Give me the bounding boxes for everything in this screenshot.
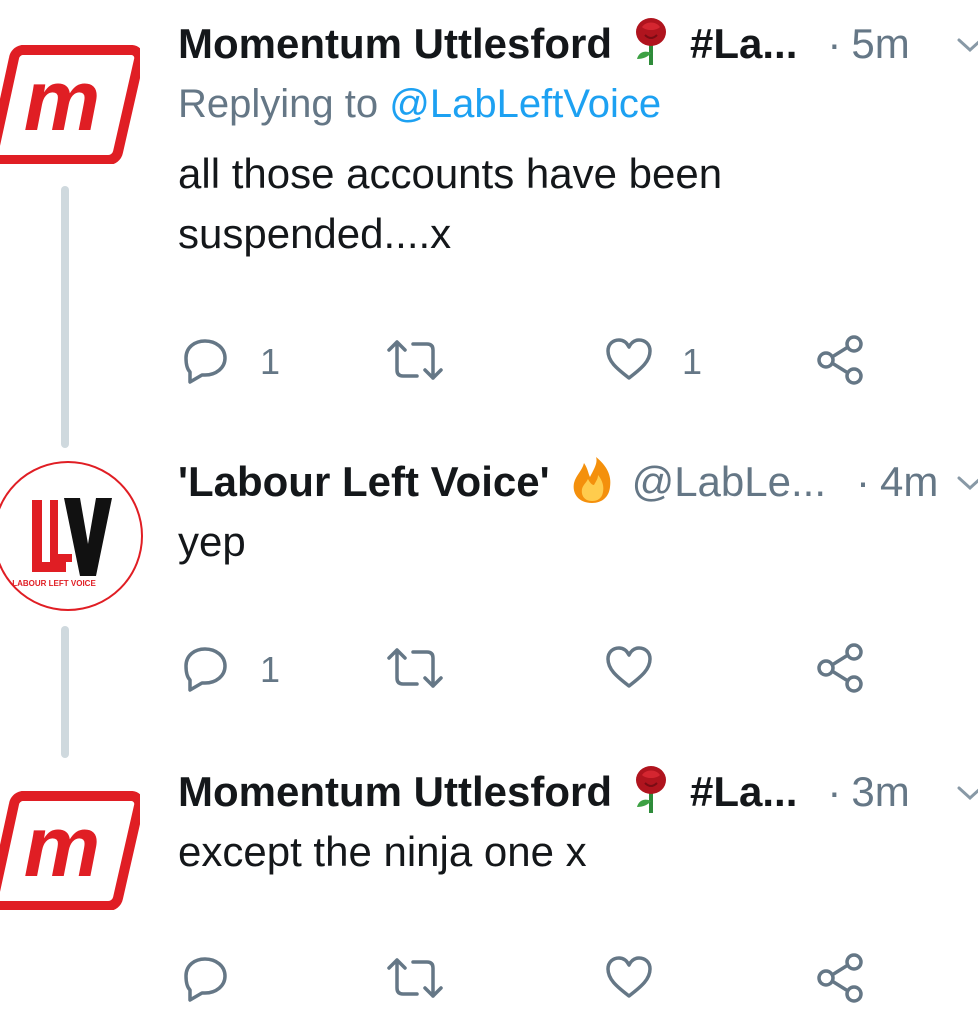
- replying-label: Replying to: [178, 82, 379, 126]
- tweet-1[interactable]: m Momentum Uttlesford #La... · 5m Replyi…: [0, 14, 978, 454]
- tweet-text: yep: [178, 518, 246, 565]
- retweet-button[interactable]: [383, 332, 447, 392]
- timestamp[interactable]: 4m: [880, 458, 938, 506]
- share-icon: [816, 334, 866, 391]
- retweet-icon: [383, 644, 447, 697]
- fire-emoji: [568, 455, 616, 510]
- replying-handle-link[interactable]: @LabLeftVoice: [389, 82, 661, 126]
- action-bar: [178, 950, 898, 1010]
- avatar-momentum[interactable]: m: [0, 44, 145, 165]
- share-button[interactable]: [816, 640, 866, 700]
- replying-to: Replying to @LabLeftVoice: [178, 82, 661, 127]
- reply-count: 1: [260, 341, 281, 382]
- thread-line: [61, 186, 69, 448]
- avatar-caption: LABOUR LEFT VOICE: [12, 579, 96, 588]
- timestamp[interactable]: 5m: [851, 20, 909, 68]
- retweet-icon: [383, 336, 447, 389]
- share-button[interactable]: [816, 950, 866, 1010]
- display-name[interactable]: Momentum Uttlesford: [178, 20, 612, 68]
- display-name[interactable]: Momentum Uttlesford: [178, 768, 612, 816]
- caret-down-icon[interactable]: [955, 474, 978, 499]
- timestamp[interactable]: 3m: [851, 768, 909, 816]
- like-button[interactable]: 1: [604, 332, 702, 392]
- action-bar: 1: [178, 640, 898, 700]
- like-icon: [604, 954, 654, 1007]
- avatar-labour-left-voice[interactable]: LABOUR LEFT VOICE: [0, 460, 144, 612]
- separator-dot: ·: [827, 20, 842, 67]
- svg-text:m: m: [24, 53, 100, 149]
- tweet-header: Momentum Uttlesford #La... · 5m: [178, 14, 978, 74]
- reply-button[interactable]: 1: [178, 640, 280, 700]
- like-count: 1: [682, 341, 703, 382]
- handle[interactable]: @LabLe...: [632, 458, 826, 506]
- like-button[interactable]: [604, 950, 654, 1010]
- reply-button[interactable]: 1: [178, 332, 280, 392]
- hashtag[interactable]: #La...: [690, 768, 797, 816]
- caret-down-icon[interactable]: [955, 36, 978, 61]
- tweet-text: except the ninja one x: [178, 828, 587, 875]
- display-name[interactable]: 'Labour Left Voice': [178, 458, 550, 506]
- like-icon: [604, 336, 654, 389]
- share-icon: [816, 642, 866, 699]
- avatar-momentum[interactable]: m: [0, 790, 145, 911]
- rose-emoji: [632, 765, 670, 820]
- like-icon: [604, 644, 654, 697]
- hashtag[interactable]: #La...: [690, 20, 797, 68]
- separator-dot: ·: [827, 768, 842, 815]
- reply-icon: [178, 336, 232, 389]
- reply-icon: [178, 644, 232, 697]
- separator-dot: ·: [856, 458, 870, 505]
- tweet-header: Momentum Uttlesford #La... · 3m: [178, 762, 978, 822]
- retweet-button[interactable]: [383, 950, 447, 1010]
- retweet-button[interactable]: [383, 640, 447, 700]
- thread-line: [61, 626, 69, 758]
- svg-text:m: m: [24, 799, 100, 895]
- tweet-2[interactable]: LABOUR LEFT VOICE 'Labour Left Voice' @L…: [0, 452, 978, 752]
- tweet-header: 'Labour Left Voice' @LabLe... · 4m: [178, 452, 978, 512]
- tweet-text: all those accounts have been suspended..…: [178, 150, 723, 257]
- share-button[interactable]: [816, 332, 866, 392]
- tweet-3[interactable]: m Momentum Uttlesford #La... · 3m except…: [0, 762, 978, 1003]
- caret-down-icon[interactable]: [955, 784, 978, 809]
- reply-count: 1: [260, 649, 281, 690]
- like-button[interactable]: [604, 640, 654, 700]
- share-icon: [816, 952, 866, 1009]
- action-bar: 1 1: [178, 332, 898, 392]
- reply-icon: [178, 954, 232, 1007]
- rose-emoji: [632, 17, 670, 72]
- retweet-icon: [383, 954, 447, 1007]
- reply-button[interactable]: [178, 950, 232, 1010]
